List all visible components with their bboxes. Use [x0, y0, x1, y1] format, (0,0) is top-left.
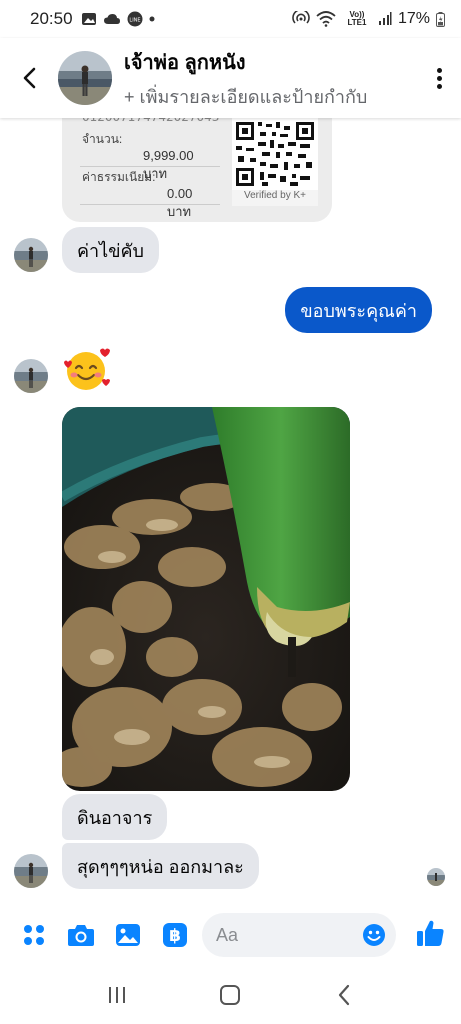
verified-label: Verified by K+ — [232, 190, 318, 206]
seen-receipt-avatar — [427, 868, 445, 886]
amount-label: จำนวน: — [82, 132, 123, 146]
message-bubble-incoming[interactable]: สุดๆๆๆหน่อ ออกมาละ — [62, 843, 259, 889]
battery-icon — [436, 11, 445, 27]
line-app-icon: LINE — [127, 11, 143, 27]
status-time: 20:50 — [30, 9, 73, 28]
svg-text:LINE: LINE — [129, 18, 140, 24]
back-arrow-icon — [339, 984, 350, 1006]
baht-icon: ฿ — [163, 923, 187, 947]
receipt-reference: 012007174742027043 — [82, 118, 219, 124]
sender-avatar[interactable] — [14, 238, 48, 272]
fee-label: ค่าธรรมเนียม: — [82, 170, 156, 184]
system-navigation-bar — [0, 966, 461, 1024]
recents-icon — [108, 987, 125, 1003]
hotspot-icon — [292, 11, 310, 24]
qr-code — [232, 118, 318, 190]
volte-indicator: Vo)) LTE1 — [347, 10, 367, 27]
sender-avatar[interactable] — [14, 854, 48, 888]
battery-percent: 17% — [397, 10, 430, 27]
status-bar: 20:50 LINE Vo)) LTE1 17% — [0, 0, 461, 38]
smiling-face-with-hearts-emoji[interactable] — [62, 346, 112, 392]
home-button[interactable] — [210, 975, 250, 1015]
chat-screen: 20:50 LINE Vo)) LTE1 17% เจ้าพ่อ ลูกหนัง… — [0, 0, 461, 1024]
svg-text:฿: ฿ — [169, 926, 181, 946]
image-icon — [116, 924, 140, 946]
divider — [80, 166, 220, 167]
gallery-button[interactable] — [112, 919, 144, 951]
cloud-icon — [103, 14, 120, 24]
grid-dots-icon — [24, 925, 44, 945]
wifi-icon — [316, 11, 336, 27]
message-bubble-incoming[interactable]: ค่าไข่คับ — [62, 227, 159, 273]
recent-apps-button[interactable] — [97, 975, 137, 1015]
chevron-left-icon — [23, 67, 36, 89]
message-bubble-incoming[interactable]: ดินอาจาร — [62, 794, 168, 840]
contact-avatar[interactable] — [58, 51, 112, 105]
divider — [80, 204, 220, 205]
notification-icons: LINE — [81, 11, 155, 27]
message-input[interactable]: Aa — [202, 913, 396, 957]
plant-photo[interactable] — [62, 407, 350, 791]
payment-button[interactable]: ฿ — [159, 919, 191, 951]
status-right: Vo)) LTE1 17% — [292, 10, 445, 28]
header-text[interactable]: เจ้าพ่อ ลูกหนัง + เพิ่มรายละเอียดและป้าย… — [124, 46, 417, 111]
sender-avatar[interactable] — [14, 359, 48, 393]
camera-icon — [68, 925, 94, 946]
more-vertical-icon — [436, 67, 442, 73]
camera-button[interactable] — [65, 919, 97, 951]
signal-icon — [378, 12, 392, 25]
dot-icon — [149, 16, 155, 22]
more-options-button[interactable] — [417, 67, 461, 89]
system-back-button[interactable] — [324, 975, 364, 1015]
message-composer: ฿ Aa — [0, 904, 461, 966]
receipt-details: 012007174742027043 จำนวน: 9,999.00 บาท ค… — [70, 118, 220, 219]
transfer-receipt-image[interactable]: 012007174742027043 จำนวน: 9,999.00 บาท ค… — [62, 118, 332, 222]
more-actions-button[interactable] — [18, 919, 50, 951]
thumbs-up-icon[interactable] — [415, 918, 445, 948]
emoji-icon[interactable] — [362, 923, 386, 947]
contact-name: เจ้าพ่อ ลูกหนัง — [124, 51, 246, 74]
home-icon — [220, 985, 241, 1005]
back-button[interactable] — [0, 38, 58, 118]
gallery-icon — [81, 13, 96, 25]
message-input-placeholder: Aa — [216, 924, 239, 945]
conversation-header: เจ้าพ่อ ลูกหนัง + เพิ่มรายละเอียดและป้าย… — [0, 38, 461, 118]
message-bubble-outgoing[interactable]: ขอบพระคุณค่า — [285, 287, 432, 333]
add-details-link[interactable]: + เพิ่มรายละเอียดและป้ายกำกับ — [124, 82, 417, 111]
